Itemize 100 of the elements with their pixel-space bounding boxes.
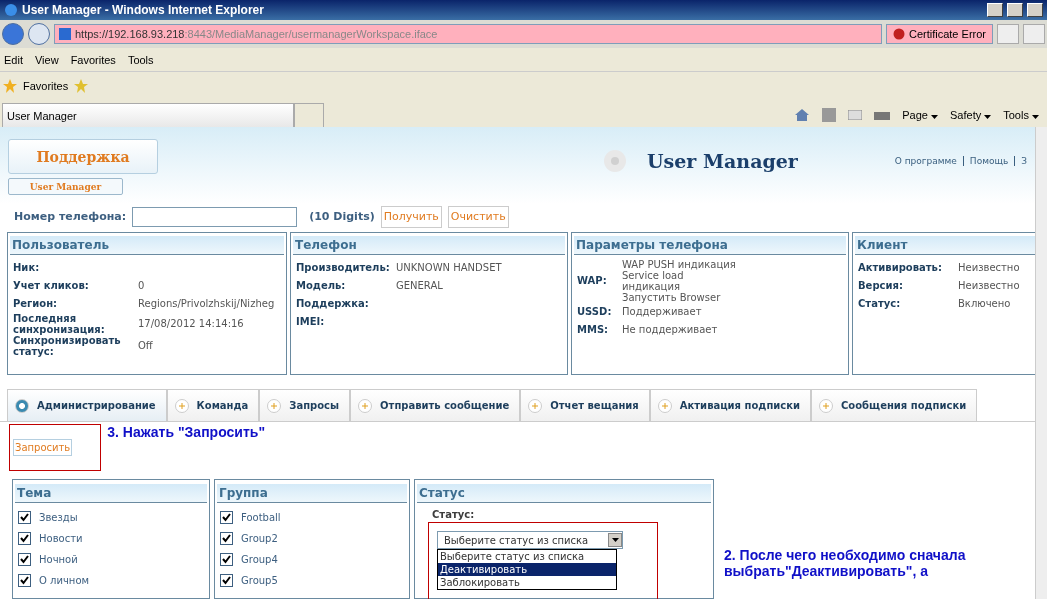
checkbox[interactable] [18, 511, 31, 524]
header-link[interactable]: З [1021, 156, 1027, 166]
window-title: User Manager - Windows Internet Explorer [22, 3, 265, 17]
address-field[interactable]: https://192.168.93.218:8443/MediaManager/usermanagerWorkspace.iface [54, 24, 882, 44]
panel-title: Телефон [293, 235, 565, 255]
row-label: USSD: [577, 306, 613, 318]
menu-item[interactable]: Favorites [70, 53, 116, 66]
tab[interactable]: Сообщения подписки [811, 389, 978, 422]
annotation-note: 2. После чего необходимо сначала выбрать"Деактивировать", а [724, 547, 967, 579]
row-value: UNKNOWN HANDSET [396, 262, 503, 274]
browser-logo-icon [4, 3, 18, 17]
browser-tab[interactable]: User Manager [2, 103, 294, 127]
panel-title: Статус [417, 484, 711, 503]
link-separator [962, 156, 964, 166]
checkbox-label: Новости [39, 533, 83, 544]
caret-icon [1032, 115, 1039, 119]
row-value: Regions/Privolzhskij/Nizheg [138, 298, 276, 310]
row-label: Поддержка: [296, 298, 370, 310]
row-label: Последняя синхронизация: [13, 312, 106, 335]
row-value: WAP PUSH индикация Service load индикация Запустить Browser [622, 258, 737, 303]
checkbox-label: Football [241, 512, 281, 523]
checkbox[interactable] [18, 574, 31, 587]
plus-icon [358, 398, 373, 413]
field-label: Номер телефона: [14, 210, 127, 224]
shield-icon [892, 28, 905, 40]
checkbox-label: Group4 [241, 554, 278, 565]
checkbox[interactable] [18, 532, 31, 545]
row-value: Неизвестно [958, 280, 1021, 292]
menu-item[interactable]: View [34, 53, 59, 66]
tab[interactable]: Запросы [259, 389, 351, 422]
tab[interactable]: Администрирование [7, 389, 167, 422]
plus-icon [174, 398, 189, 413]
checkbox[interactable] [220, 553, 233, 566]
row-value: 0 [138, 280, 146, 292]
home-icon[interactable] [794, 108, 811, 122]
row-value: GENERAL [396, 280, 444, 292]
checkbox[interactable] [220, 532, 233, 545]
forward-button[interactable] [28, 23, 50, 45]
annotation-note: 3. Нажать "Запросить" [107, 424, 266, 441]
row-value: Поддерживает [622, 306, 703, 318]
header-link[interactable]: Помощь [969, 156, 1009, 166]
checkbox[interactable] [220, 511, 233, 524]
field-label: Статус: [432, 509, 476, 520]
row-label: IMEI: [296, 316, 326, 328]
row-value: Не поддерживает [622, 324, 719, 336]
panel-title: Клиент [855, 235, 1035, 255]
star-icon [3, 79, 17, 93]
app-title: User Manager [647, 150, 798, 172]
minimize-button[interactable] [987, 3, 1003, 17]
panel-title: Тема [15, 484, 207, 503]
row-label: Производитель: [296, 262, 391, 274]
disc-logo-icon [603, 149, 627, 173]
row-label: WAP: [577, 275, 608, 287]
menu-item[interactable]: Edit [4, 53, 23, 66]
row-label: Статус: [858, 298, 902, 310]
row-label: Модель: [296, 280, 347, 292]
favorites-button[interactable]: Favorites [23, 80, 69, 92]
disc-icon [15, 398, 29, 413]
panel-title: Параметры телефона [574, 235, 846, 255]
checkbox-label: Звезды [39, 512, 78, 523]
digits-hint: (10 Digits) [309, 210, 375, 224]
back-button[interactable] [2, 23, 24, 45]
link-separator [1014, 156, 1016, 166]
plus-icon [267, 398, 282, 413]
checkbox[interactable] [220, 574, 233, 587]
menu-item[interactable]: Tools [127, 53, 154, 66]
dropdown-option[interactable]: Деактивировать [438, 563, 616, 576]
header-link[interactable]: О программе [894, 156, 957, 166]
close-button[interactable] [1027, 3, 1043, 17]
checkbox-label: О личном [39, 575, 90, 586]
row-label: Активировать: [858, 262, 943, 274]
checkbox-label: Group2 [241, 533, 278, 544]
checkbox-label: Ночной [39, 554, 78, 565]
page-icon [59, 28, 71, 40]
checkbox-label: Group5 [241, 575, 278, 586]
panel-title: Группа [217, 484, 407, 503]
plus-icon [657, 398, 672, 413]
tab[interactable]: Отправить сообщение [350, 389, 521, 422]
caret-icon [984, 115, 992, 119]
maximize-button[interactable] [1007, 3, 1023, 17]
plus-icon [528, 398, 543, 413]
command-menu[interactable]: Safety [950, 109, 992, 121]
tab[interactable]: Активация подписки [649, 389, 812, 422]
plus-icon [819, 398, 834, 413]
tab[interactable]: Отчет вещания [520, 389, 650, 422]
row-label: MMS: [577, 324, 610, 336]
row-label: Синхронизировать статус: [13, 334, 122, 357]
certificate-error-button[interactable]: Certificate Error [885, 24, 993, 44]
row-label: Регион: [13, 298, 59, 310]
command-menu[interactable]: Tools [1003, 109, 1039, 121]
command-menu[interactable]: Page [902, 109, 938, 121]
row-value: Неизвестно [958, 262, 1021, 274]
phone-field[interactable] [132, 206, 298, 227]
panel-title: Пользователь [10, 235, 284, 255]
checkbox[interactable] [18, 553, 31, 566]
row-label: Ник: [13, 262, 41, 274]
row-value: 17/08/2012 14:14:16 [138, 318, 245, 330]
status-select[interactable]: Выберите статус из списка [437, 531, 623, 549]
caret-icon [931, 115, 938, 119]
tab[interactable]: Команда [166, 389, 260, 422]
